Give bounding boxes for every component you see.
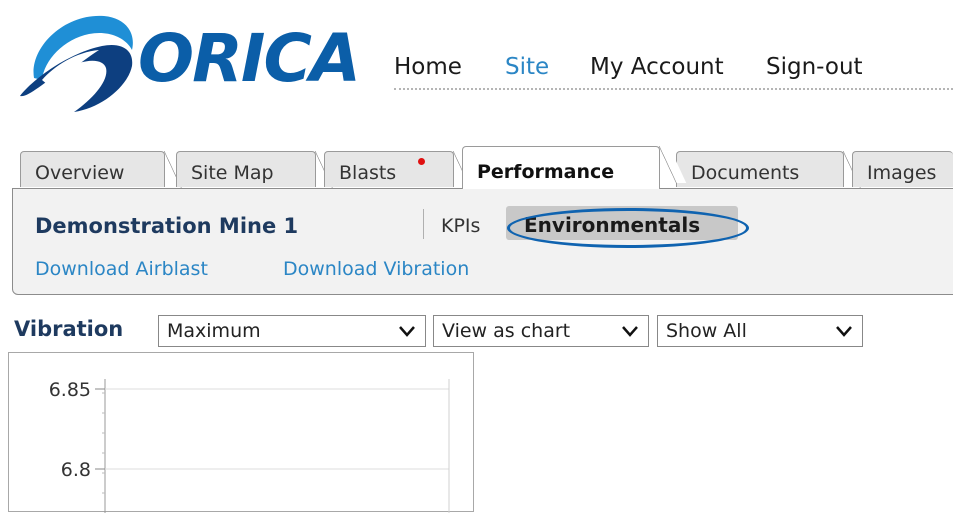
top-navigation: Home Site My Account Sign-out xyxy=(394,54,953,90)
tab-performance[interactable]: Performance xyxy=(462,146,687,189)
tab-blasts-label: Blasts xyxy=(339,162,397,184)
tab-blasts[interactable]: Blasts xyxy=(324,151,481,188)
tab-documents[interactable]: Documents xyxy=(676,151,871,188)
metric-select[interactable]: Maximum xyxy=(158,315,426,347)
nav-site[interactable]: Site xyxy=(505,54,549,80)
tab-site-map-label: Site Map xyxy=(191,162,274,184)
chevron-down-icon xyxy=(399,326,415,337)
metric-select-value: Maximum xyxy=(167,320,261,342)
nav-home[interactable]: Home xyxy=(394,54,462,80)
vibration-label: Vibration xyxy=(14,317,124,341)
tab-documents-label: Documents xyxy=(691,162,800,184)
tab-images[interactable]: Images xyxy=(852,151,953,187)
nav-sign-out[interactable]: Sign-out xyxy=(766,54,863,80)
tab-overview[interactable]: Overview xyxy=(20,151,192,188)
chevron-down-icon xyxy=(836,326,852,337)
nav-my-account[interactable]: My Account xyxy=(590,54,724,80)
notification-dot-icon xyxy=(418,158,425,165)
tab-images-label: Images xyxy=(867,162,937,184)
subtab-environmentals[interactable]: Environmentals xyxy=(506,206,738,240)
view-select[interactable]: View as chart xyxy=(433,315,649,347)
performance-subpanel: Demonstration Mine 1 KPIs Environmentals… xyxy=(12,188,953,295)
divider xyxy=(423,209,424,239)
chart-y-tick-label: 6.85 xyxy=(49,379,91,401)
view-select-value: View as chart xyxy=(442,320,571,342)
orica-logo[interactable]: ORICA xyxy=(14,8,361,118)
tab-overview-label: Overview xyxy=(35,162,125,184)
download-airblast-link[interactable]: Download Airblast xyxy=(35,258,208,280)
subtab-kpis[interactable]: KPIs xyxy=(441,215,480,237)
orica-wordmark: ORICA xyxy=(138,20,361,97)
tab-site-map[interactable]: Site Map xyxy=(176,151,343,188)
orica-logo-mark-icon xyxy=(20,15,133,112)
filter-select-value: Show All xyxy=(666,320,747,342)
vibration-chart: 6.85 6.8 xyxy=(8,352,474,513)
chart-y-tick-label: 6.8 xyxy=(61,459,91,481)
chart-canvas: 6.85 6.8 xyxy=(49,379,450,513)
chevron-down-icon xyxy=(622,326,638,337)
tab-performance-label: Performance xyxy=(477,161,615,183)
site-name: Demonstration Mine 1 xyxy=(35,214,299,238)
filter-select[interactable]: Show All xyxy=(657,315,863,347)
main-tabs: Overview Site Map Blasts Performance Doc… xyxy=(0,146,953,189)
download-vibration-link[interactable]: Download Vibration xyxy=(283,258,469,280)
